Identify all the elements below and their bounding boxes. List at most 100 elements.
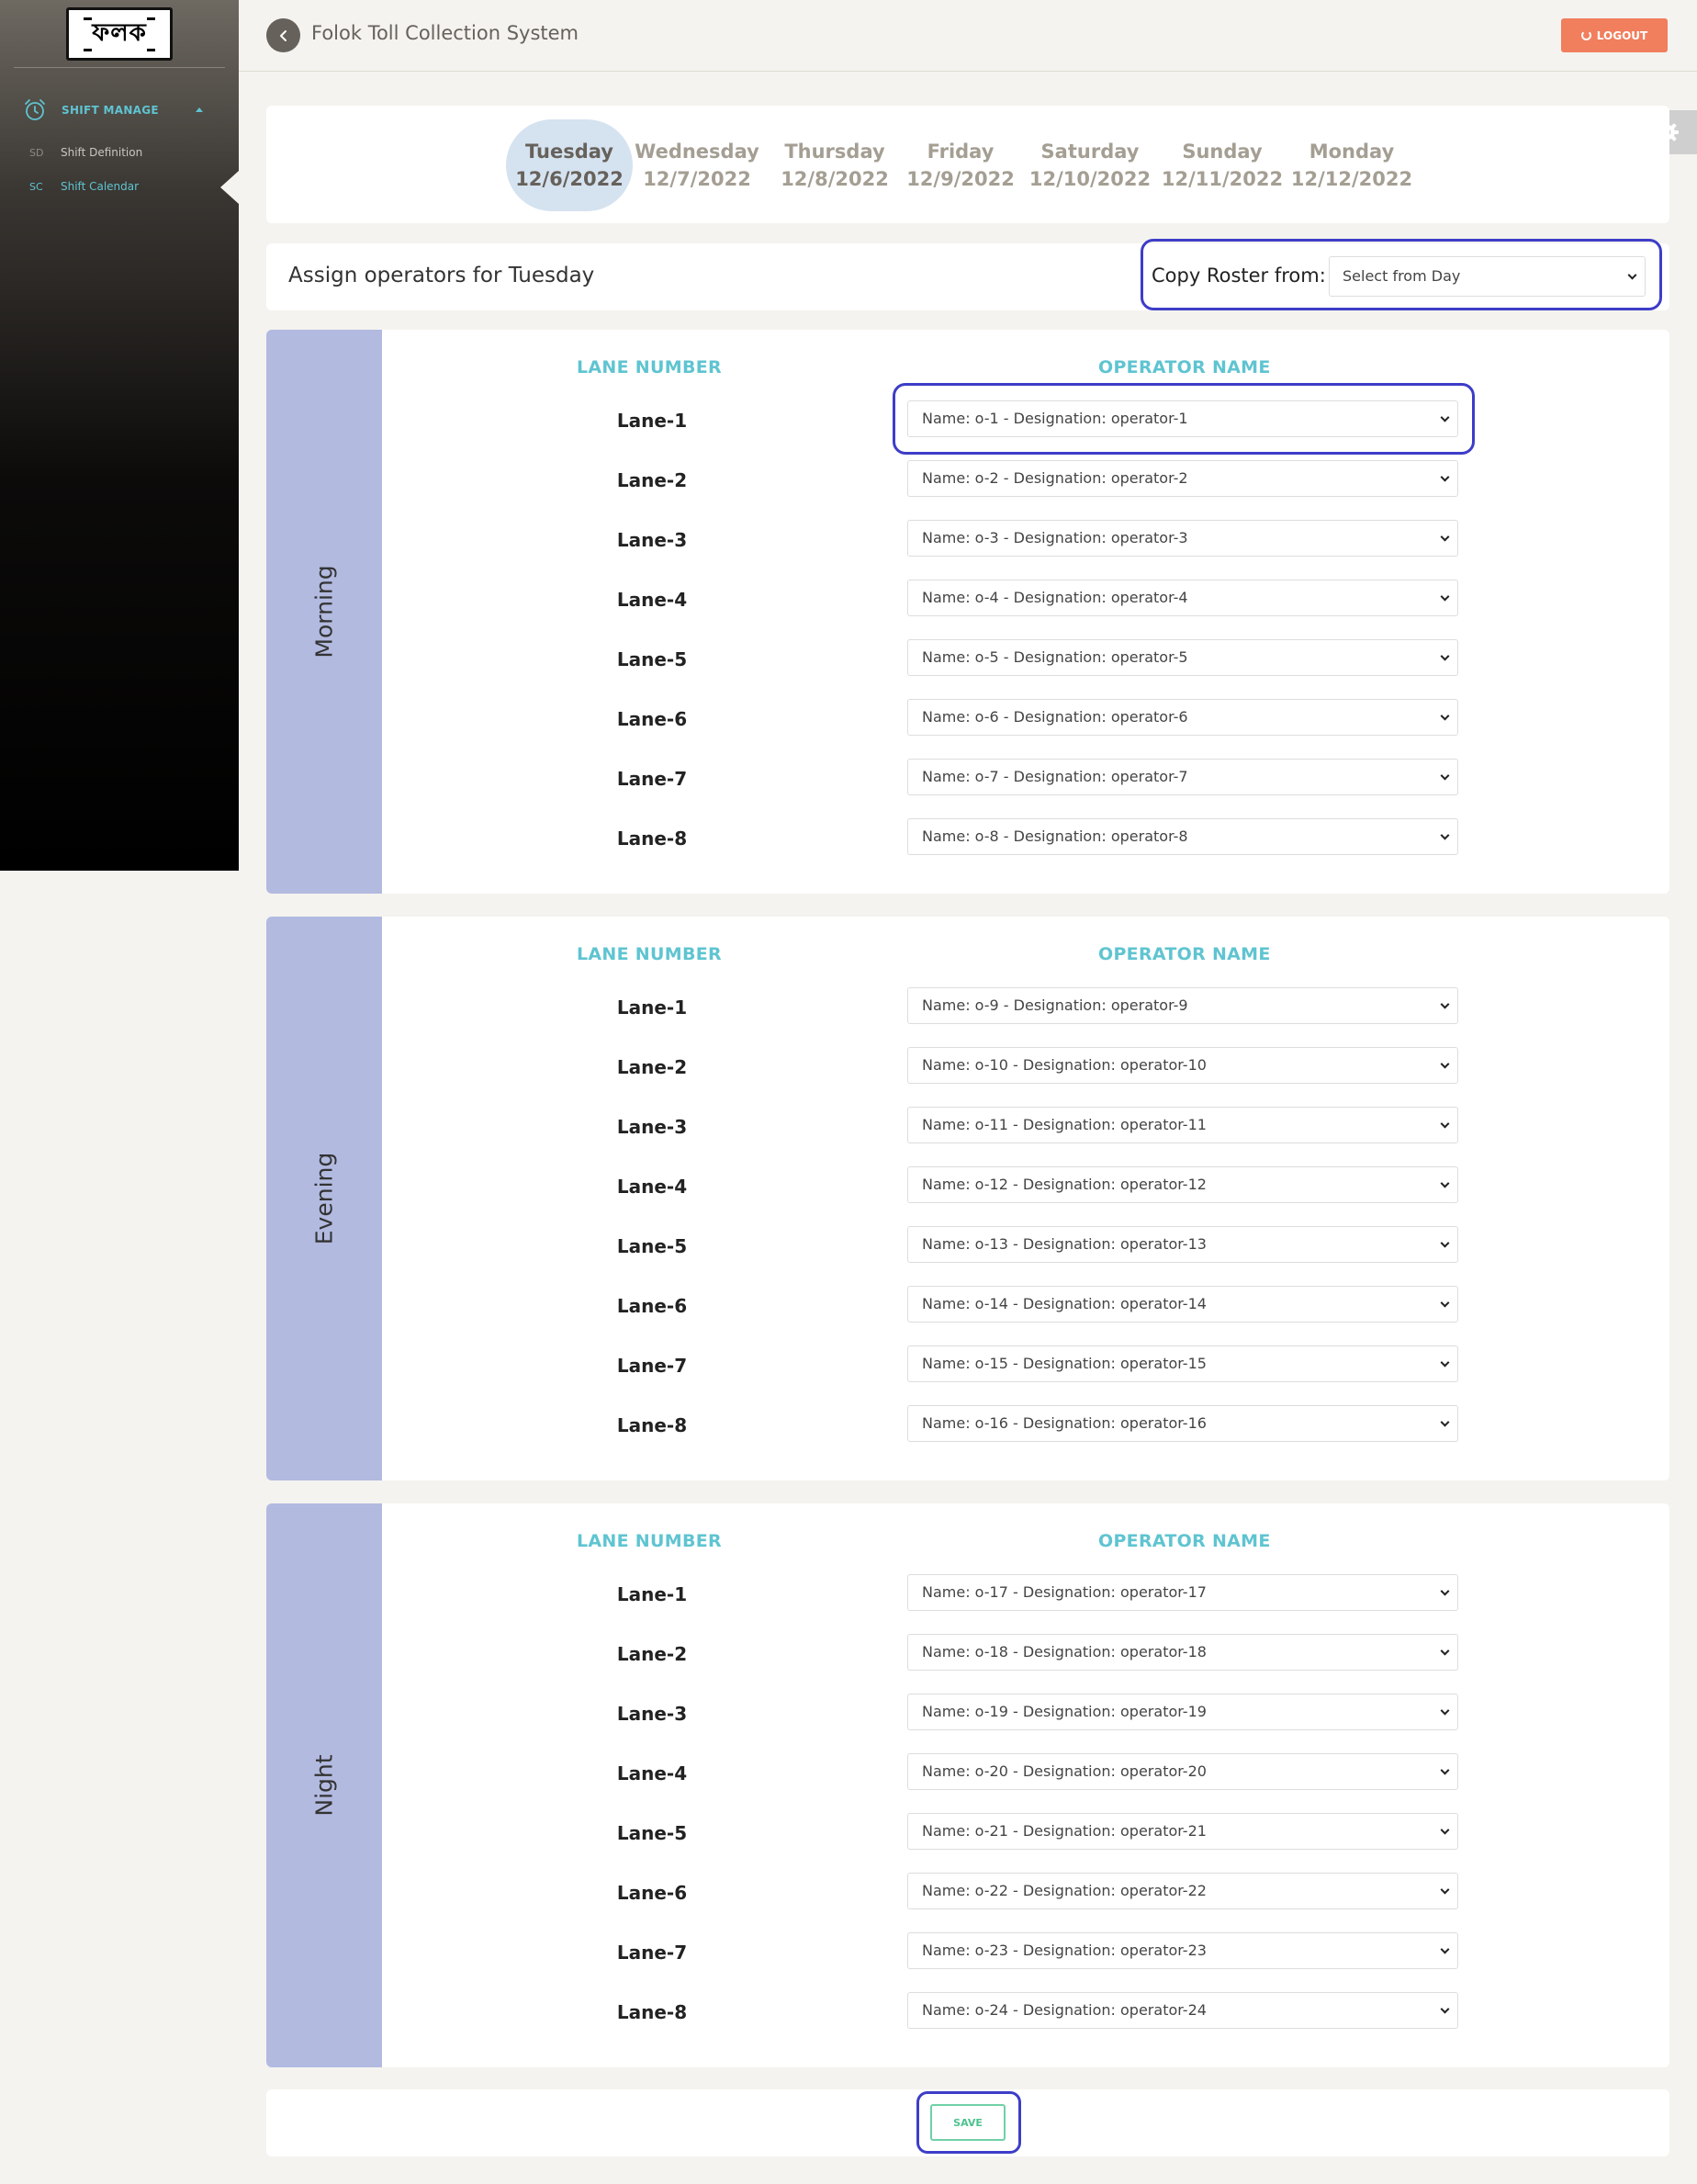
- operator-select-value: Name: o-20 - Designation: operator-20: [922, 1762, 1207, 1780]
- assign-title: Assign operators for Tuesday: [288, 264, 595, 287]
- operator-select[interactable]: Name: o-23 - Designation: operator-23: [907, 1932, 1458, 1969]
- operator-select-value: Name: o-6 - Designation: operator-6: [922, 708, 1188, 726]
- day-name: Thursday: [784, 141, 885, 163]
- operator-select[interactable]: Name: o-15 - Designation: operator-15: [907, 1345, 1458, 1382]
- operator-select[interactable]: Name: o-21 - Designation: operator-21: [907, 1813, 1458, 1850]
- operator-select[interactable]: Name: o-7 - Designation: operator-7: [907, 759, 1458, 795]
- power-icon: [1580, 30, 1591, 40]
- operator-select[interactable]: Name: o-13 - Designation: operator-13: [907, 1226, 1458, 1263]
- operator-select-value: Name: o-15 - Designation: operator-15: [922, 1355, 1207, 1372]
- lane-label: Lane-3: [616, 1703, 688, 1725]
- operator-select[interactable]: Name: o-12 - Designation: operator-12: [907, 1166, 1458, 1203]
- lane-label: Lane-4: [616, 1176, 688, 1198]
- chevron-down-icon: [1440, 1586, 1450, 1596]
- day-tab-tuesday[interactable]: Tuesday 12/6/2022: [506, 119, 633, 211]
- day-name: Friday: [927, 141, 995, 163]
- operator-select[interactable]: Name: o-6 - Designation: operator-6: [907, 699, 1458, 736]
- operator-select[interactable]: Name: o-1 - Designation: operator-1: [907, 400, 1458, 437]
- sidebar-item-abbr: SC: [29, 180, 43, 193]
- save-button[interactable]: SAVE: [930, 2104, 1006, 2141]
- day-tab-wednesday[interactable]: Wednesday 12/7/2022: [634, 119, 760, 211]
- lane-label: Lane-3: [616, 1116, 688, 1138]
- lane-label: Lane-2: [616, 469, 688, 491]
- operator-select[interactable]: Name: o-17 - Designation: operator-17: [907, 1574, 1458, 1611]
- sidebar-item-label: Shift Calendar: [61, 180, 140, 193]
- lane-label: Lane-1: [616, 410, 688, 432]
- operator-name-header: OPERATOR NAME: [1098, 357, 1271, 377]
- logo-mark: [84, 49, 92, 51]
- operator-select[interactable]: Name: o-11 - Designation: operator-11: [907, 1107, 1458, 1143]
- lane-label: Lane-8: [616, 2001, 688, 2023]
- lane-label: Lane-6: [616, 1295, 688, 1317]
- sidebar-section-shift-manage[interactable]: SHIFT MANAGE: [23, 97, 216, 123]
- lane-label: Lane-2: [616, 1643, 688, 1665]
- chevron-down-icon: [1627, 270, 1637, 280]
- day-tab-monday[interactable]: Monday 12/12/2022: [1288, 119, 1415, 211]
- operator-select-value: Name: o-17 - Designation: operator-17: [922, 1583, 1207, 1601]
- operator-select-value: Name: o-3 - Designation: operator-3: [922, 529, 1188, 546]
- operator-select[interactable]: Name: o-2 - Designation: operator-2: [907, 460, 1458, 497]
- operator-select-value: Name: o-10 - Designation: operator-10: [922, 1056, 1207, 1074]
- chevron-down-icon: [1440, 1059, 1450, 1069]
- day-tab-sunday[interactable]: Sunday 12/11/2022: [1159, 119, 1286, 211]
- lane-label: Lane-2: [616, 1056, 688, 1078]
- lane-number-header: LANE NUMBER: [577, 944, 722, 964]
- sidebar: ফলক SHIFT MANAGE SD Shift Definition SC …: [0, 0, 239, 871]
- lane-label: Lane-4: [616, 589, 688, 611]
- logo[interactable]: ফলক: [66, 7, 173, 61]
- operator-select[interactable]: Name: o-22 - Designation: operator-22: [907, 1873, 1458, 1909]
- active-item-indicator: [220, 171, 239, 204]
- shift-band: Evening: [266, 917, 382, 1480]
- operator-select[interactable]: Name: o-19 - Designation: operator-19: [907, 1694, 1458, 1730]
- sidebar-item-shift-calendar[interactable]: SC Shift Calendar: [29, 177, 139, 196]
- operator-select-value: Name: o-1 - Designation: operator-1: [922, 410, 1188, 427]
- day-name: Wednesday: [635, 141, 759, 163]
- lane-label: Lane-1: [616, 1583, 688, 1605]
- sidebar-item-label: Shift Definition: [61, 146, 143, 159]
- operator-select[interactable]: Name: o-4 - Designation: operator-4: [907, 580, 1458, 616]
- operator-select-value: Name: o-14 - Designation: operator-14: [922, 1295, 1207, 1312]
- operator-select[interactable]: Name: o-8 - Designation: operator-8: [907, 818, 1458, 855]
- shift-label: Morning: [310, 565, 338, 659]
- shift-band: Night: [266, 1503, 382, 2067]
- operator-select[interactable]: Name: o-5 - Designation: operator-5: [907, 639, 1458, 676]
- sidebar-item-shift-definition[interactable]: SD Shift Definition: [29, 143, 142, 162]
- alarm-clock-icon: [25, 99, 45, 120]
- shift-label: Evening: [310, 1152, 338, 1245]
- operator-select[interactable]: Name: o-18 - Designation: operator-18: [907, 1634, 1458, 1671]
- chevron-down-icon: [1440, 651, 1450, 661]
- day-date: 12/9/2022: [906, 168, 1015, 190]
- operator-select[interactable]: Name: o-9 - Designation: operator-9: [907, 987, 1458, 1024]
- operator-select[interactable]: Name: o-20 - Designation: operator-20: [907, 1753, 1458, 1790]
- operator-select-value: Name: o-2 - Designation: operator-2: [922, 469, 1188, 487]
- shift-card-night: Night LANE NUMBER OPERATOR NAME Lane-1 N…: [266, 1503, 1669, 2067]
- operator-select[interactable]: Name: o-14 - Designation: operator-14: [907, 1286, 1458, 1323]
- lane-label: Lane-7: [616, 1355, 688, 1377]
- day-tab-saturday[interactable]: Saturday 12/10/2022: [1027, 119, 1153, 211]
- day-name: Monday: [1309, 141, 1395, 163]
- chevron-down-icon: [1440, 1706, 1450, 1716]
- operator-select[interactable]: Name: o-24 - Designation: operator-24: [907, 1992, 1458, 2029]
- operator-select-value: Name: o-22 - Designation: operator-22: [922, 1882, 1207, 1899]
- copy-roster-select[interactable]: Select from Day: [1329, 256, 1646, 297]
- operator-select[interactable]: Name: o-10 - Designation: operator-10: [907, 1047, 1458, 1084]
- logout-button[interactable]: LOGOUT: [1561, 18, 1668, 52]
- lane-label: Lane-5: [616, 648, 688, 670]
- chevron-down-icon: [1440, 999, 1450, 1009]
- operator-select-value: Name: o-11 - Designation: operator-11: [922, 1116, 1207, 1133]
- logout-label: LOGOUT: [1596, 28, 1648, 42]
- operator-select-value: Name: o-9 - Designation: operator-9: [922, 996, 1188, 1014]
- shift-card-evening: Evening LANE NUMBER OPERATOR NAME Lane-1…: [266, 917, 1669, 1480]
- lane-label: Lane-7: [616, 768, 688, 790]
- day-tab-thursday[interactable]: Thursday 12/8/2022: [771, 119, 898, 211]
- operator-select-value: Name: o-16 - Designation: operator-16: [922, 1414, 1207, 1432]
- lane-label: Lane-4: [616, 1762, 688, 1784]
- operator-select[interactable]: Name: o-16 - Designation: operator-16: [907, 1405, 1458, 1442]
- day-tab-friday[interactable]: Friday 12/9/2022: [897, 119, 1024, 211]
- day-date: 12/7/2022: [643, 168, 751, 190]
- lane-label: Lane-8: [616, 827, 688, 850]
- sidebar-divider: [14, 67, 225, 68]
- operator-select[interactable]: Name: o-3 - Designation: operator-3: [907, 520, 1458, 557]
- back-button[interactable]: [266, 18, 300, 52]
- chevron-down-icon: [1440, 591, 1450, 602]
